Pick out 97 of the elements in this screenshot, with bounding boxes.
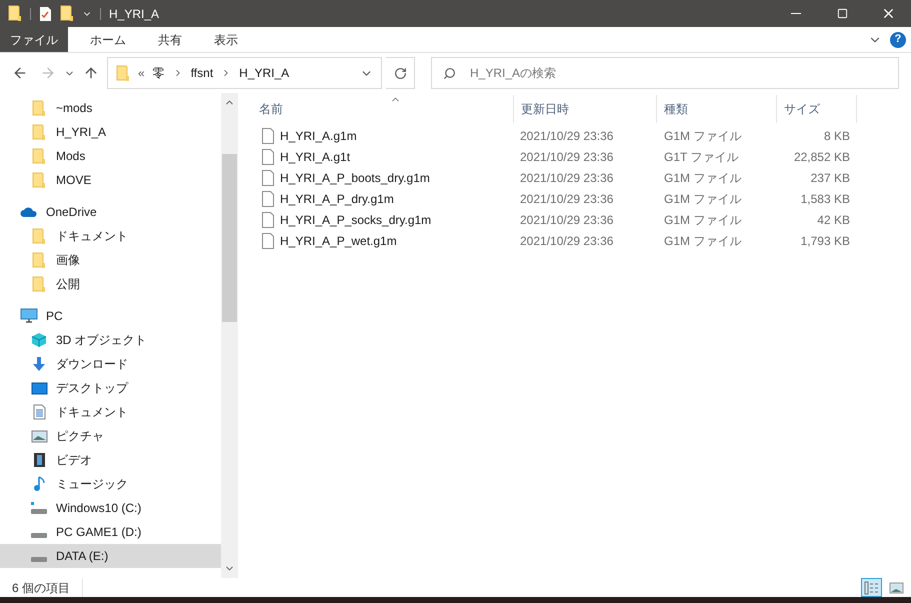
minimize-icon xyxy=(791,13,801,14)
nav-item[interactable]: デスクトップ xyxy=(0,376,221,400)
nav-item[interactable]: H_YRI_A xyxy=(0,120,221,144)
table-cell-text: 237 KB xyxy=(810,170,850,186)
file-name[interactable]: H_YRI_A.g1t xyxy=(280,148,350,166)
nav-item[interactable]: ピクチャ xyxy=(0,424,221,448)
folder-icon xyxy=(32,228,46,244)
file-name[interactable]: H_YRI_A.g1m xyxy=(280,126,357,144)
ribbon-tab[interactable]: 表示 xyxy=(204,27,248,52)
nav-item[interactable]: 3D オブジェクト xyxy=(0,328,221,352)
nav-item[interactable]: OneDrive xyxy=(0,200,221,224)
table-cell-text: 2021/10/29 23:36 xyxy=(519,148,614,166)
table-cell-text: G1M ファイル xyxy=(663,212,742,228)
folder-icon xyxy=(32,276,46,292)
refresh-button[interactable] xyxy=(386,57,415,89)
file-name[interactable]: H_YRI_A_P_boots_dry.g1m xyxy=(280,168,430,186)
scrollbar[interactable] xyxy=(221,93,237,578)
back-icon[interactable] xyxy=(12,65,28,81)
system-drive-icon xyxy=(31,502,47,514)
overflow-crumb[interactable]: « xyxy=(138,64,145,82)
maximize-icon xyxy=(836,8,848,19)
ribbon-tab[interactable]: ファイル xyxy=(0,27,68,52)
file-icon xyxy=(262,190,274,206)
table-cell-text: 1,583 KB xyxy=(800,190,850,208)
column-header[interactable]: 名前 xyxy=(252,95,514,123)
nav-item[interactable]: PC GAME1 (D:) xyxy=(0,520,221,544)
picture-icon xyxy=(30,430,48,442)
table-cell-text: G1T ファイル xyxy=(663,148,740,166)
folder-icon xyxy=(32,100,46,116)
column-header[interactable]: 種類 xyxy=(657,95,777,123)
table-cell-text: 2021/10/29 23:36 xyxy=(519,190,614,208)
table-cell-text: G1M ファイル xyxy=(663,170,742,186)
up-icon[interactable] xyxy=(83,65,99,81)
drive-icon xyxy=(31,532,47,538)
desktop-icon xyxy=(30,382,48,394)
breadcrumb[interactable]: ffsnt xyxy=(190,64,214,82)
ribbon-tab[interactable]: ホーム xyxy=(80,27,136,52)
nav-item[interactable]: Windows10 (C:) xyxy=(0,496,221,520)
file-icon xyxy=(262,232,274,248)
nav-item[interactable]: 公開 xyxy=(0,272,221,296)
ribbon-tab[interactable]: 共有 xyxy=(148,27,192,52)
folder-icon xyxy=(32,172,46,188)
nav-item[interactable]: ドキュメント xyxy=(0,400,221,424)
music-note-icon xyxy=(33,476,45,492)
column-header[interactable]: サイズ xyxy=(777,95,857,123)
new-folder-icon xyxy=(60,5,74,22)
table-cell-text: 2021/10/29 23:36 xyxy=(519,170,614,186)
folder-icon xyxy=(116,64,130,82)
table-cell-text: G1M ファイル xyxy=(663,190,742,208)
breadcrumb[interactable]: H_YRI_A xyxy=(239,64,290,82)
folder-icon xyxy=(32,252,46,268)
nav-item[interactable]: DATA (E:) xyxy=(0,544,221,568)
window-title: H_YRI_A xyxy=(109,6,160,22)
file-name[interactable]: H_YRI_A_P_socks_dry.g1m xyxy=(280,210,432,228)
cube-icon xyxy=(31,332,47,348)
breadcrumb[interactable]: 零 xyxy=(152,64,165,82)
table-cell-text: 8 KB xyxy=(822,128,850,144)
file-name[interactable]: H_YRI_A_P_wet.g1m xyxy=(280,232,397,250)
column-header[interactable]: 更新日時 xyxy=(514,95,657,123)
nav-item[interactable]: ドキュメント xyxy=(0,224,221,248)
table-cell-text: G1M ファイル xyxy=(663,128,742,144)
search-field[interactable]: H_YRI_Aの検索 xyxy=(431,57,899,89)
search-icon xyxy=(443,67,456,80)
refresh-icon xyxy=(394,66,406,80)
table-cell-text: 2021/10/29 23:36 xyxy=(519,232,614,250)
nav-item[interactable]: 画像 xyxy=(0,248,221,272)
nav-item[interactable]: ビデオ xyxy=(0,448,221,472)
table-cell-text: 2021/10/29 23:36 xyxy=(519,212,614,228)
file-icon xyxy=(262,212,274,228)
table-cell-text: 42 KB xyxy=(816,212,850,228)
folder-icon xyxy=(32,148,46,164)
file-icon xyxy=(262,170,274,186)
nav-item[interactable]: ダウンロード xyxy=(0,352,221,376)
nav-item[interactable]: MOVE xyxy=(0,168,221,192)
table-cell-text: G1M ファイル xyxy=(663,232,742,250)
folder-icon xyxy=(32,124,46,140)
file-name[interactable]: H_YRI_A_P_dry.g1m xyxy=(280,190,394,208)
table-cell-text: 2021/10/29 23:36 xyxy=(519,128,614,144)
nav-item[interactable]: PC xyxy=(0,304,221,328)
document-icon xyxy=(32,404,46,420)
film-icon xyxy=(32,452,46,468)
cloud-icon xyxy=(20,206,38,218)
table-cell-text: 1,793 KB xyxy=(800,232,850,250)
nav-item[interactable]: Mods xyxy=(0,144,221,168)
help-button[interactable]: ? xyxy=(890,32,906,48)
folder-icon xyxy=(8,5,22,22)
checklist-icon[interactable] xyxy=(39,6,52,22)
drive-icon xyxy=(31,556,47,562)
nav-item[interactable]: ミュージック xyxy=(0,472,221,496)
file-icon xyxy=(262,128,274,144)
monitor-icon xyxy=(20,308,38,324)
table-cell-text: 22,852 KB xyxy=(792,148,850,166)
file-icon xyxy=(262,148,274,164)
address-bar[interactable]: « 零 ffsnt H_YRI_A xyxy=(107,57,382,89)
nav-item[interactable]: ~mods xyxy=(0,96,221,120)
details-view-button[interactable] xyxy=(861,578,882,597)
down-arrow-icon xyxy=(31,356,47,372)
